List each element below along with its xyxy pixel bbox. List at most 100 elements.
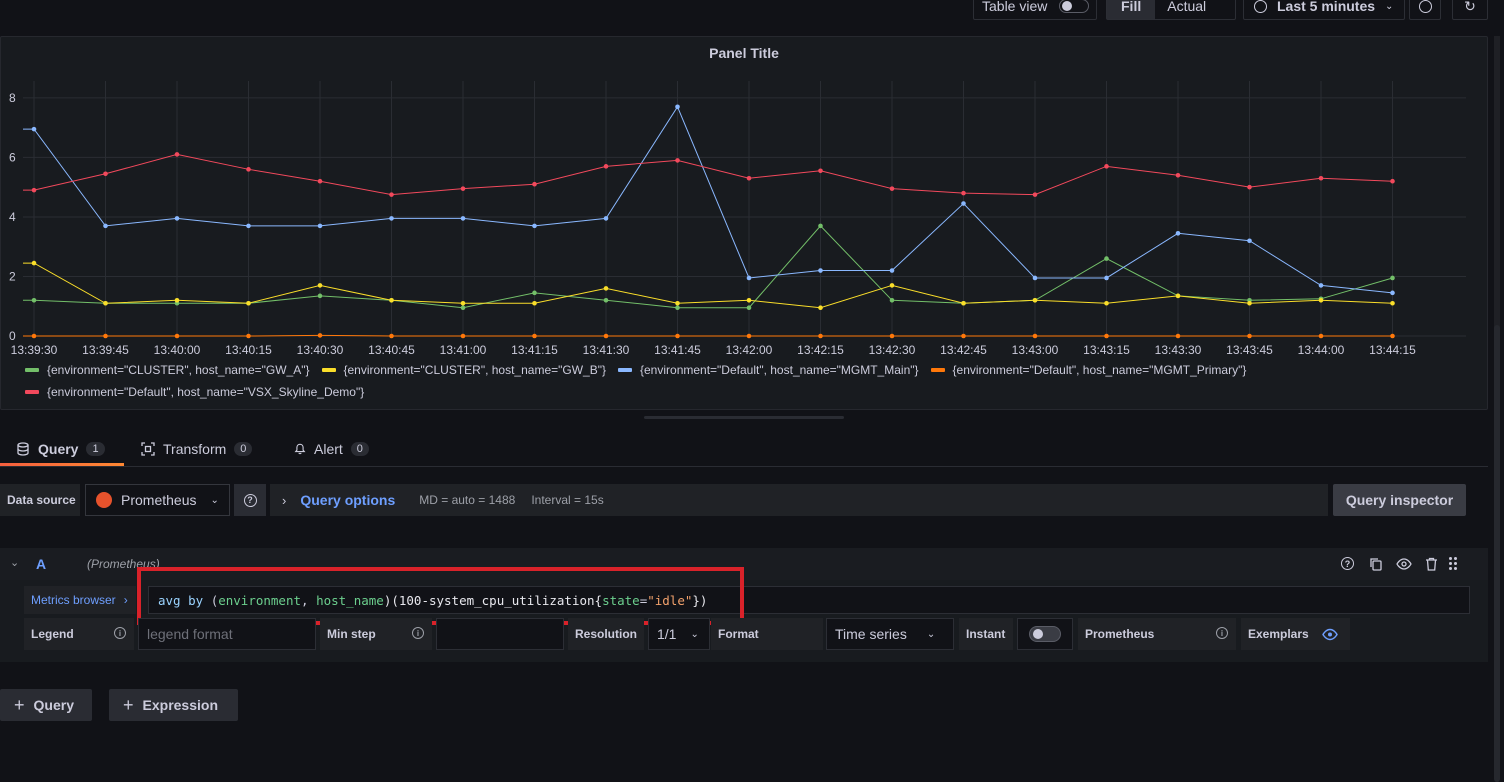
legend-swatch: [321, 368, 336, 372]
zoom-out-icon: [1418, 0, 1432, 13]
data-source-help-button[interactable]: ?: [234, 484, 266, 516]
y-tick-label: 0: [9, 329, 16, 343]
fill-button[interactable]: Fill: [1107, 0, 1156, 19]
x-tick-label: 13:42:30: [869, 343, 916, 357]
x-tick-label: 13:42:45: [940, 343, 987, 357]
legend-row: {environment="CLUSTER", host_name="GW_A"…: [25, 363, 1258, 377]
legend-item[interactable]: {environment="Default", host_name="VSX_S…: [25, 385, 364, 399]
data-point: [889, 268, 895, 273]
data-point: [389, 333, 394, 339]
x-tick-label: 13:41:15: [511, 343, 558, 357]
series-line: [23, 105, 1393, 294]
legend-swatch: [930, 368, 945, 372]
tab-divider: [0, 466, 1488, 467]
x-tick-label: 13:40:15: [225, 343, 272, 357]
collapse-chevron-icon[interactable]: ⌄: [10, 556, 19, 569]
table-view-toggle[interactable]: Table view: [973, 0, 1097, 20]
data-point: [31, 333, 37, 339]
data-point: [603, 333, 609, 339]
panel-resize-handle[interactable]: [644, 416, 844, 419]
chevron-down-icon: ⌄: [210, 494, 219, 506]
tab-transform[interactable]: Transform 0: [141, 432, 253, 466]
resolution-select[interactable]: 1/1 ⌄: [648, 618, 710, 650]
x-tick-label: 13:40:45: [368, 343, 415, 357]
data-point: [532, 181, 537, 187]
series-line: [23, 334, 1393, 337]
x-tick-label: 13:43:45: [1226, 343, 1273, 357]
prometheus-option-text: Prometheus: [1085, 627, 1155, 641]
x-tick-label: 13:41:00: [440, 343, 487, 357]
chevron-down-icon: ⌄: [1385, 0, 1394, 12]
legend-item[interactable]: {environment="CLUSTER", host_name="GW_B"…: [321, 363, 607, 377]
data-point: [103, 171, 108, 177]
instant-toggle[interactable]: [1017, 618, 1073, 650]
bell-icon: [294, 443, 306, 455]
copy-icon[interactable]: [1369, 557, 1383, 571]
x-tick-label: 13:40:00: [154, 343, 201, 357]
legend-format-input[interactable]: legend format: [138, 618, 316, 650]
format-select[interactable]: Time series ⌄: [826, 618, 954, 650]
data-point: [675, 333, 680, 339]
legend-item[interactable]: {environment="Default", host_name="MGMT_…: [618, 363, 919, 377]
data-point: [174, 333, 180, 339]
data-point: [317, 333, 323, 338]
info-icon: i: [412, 627, 424, 639]
data-point: [1390, 333, 1395, 339]
data-point: [675, 300, 680, 306]
legend-item[interactable]: {environment="Default", host_name="MGMT_…: [930, 363, 1246, 377]
data-point: [389, 216, 394, 221]
data-point: [1032, 333, 1038, 339]
time-range-picker[interactable]: Last 5 minutes ⌄: [1243, 0, 1405, 20]
data-point: [1247, 300, 1252, 306]
data-point: [174, 216, 180, 221]
data-point: [746, 305, 752, 311]
y-tick-label: 2: [9, 269, 16, 283]
help-icon[interactable]: ?: [1341, 557, 1354, 570]
data-point: [389, 297, 394, 303]
data-point: [1104, 333, 1109, 339]
data-point: [1104, 164, 1109, 169]
interval-info: Interval = 15s: [531, 493, 604, 507]
query-inspector-button[interactable]: Query inspector: [1333, 484, 1466, 516]
legend-option-text: Legend: [31, 627, 74, 641]
data-point: [1390, 300, 1395, 306]
legend-item[interactable]: {environment="CLUSTER", host_name="GW_A"…: [25, 363, 310, 377]
legend-swatch: [25, 390, 39, 394]
metrics-browser-button[interactable]: Metrics browser ›: [24, 586, 136, 614]
data-point: [961, 333, 966, 339]
legend-label: {environment="CLUSTER", host_name="GW_A"…: [47, 363, 310, 377]
query-ref-id[interactable]: A: [36, 556, 46, 572]
zoom-out-button[interactable]: [1409, 0, 1441, 20]
query-options-bar[interactable]: › Query options MD = auto = 1488 Interva…: [270, 484, 1328, 516]
drag-handle-icon[interactable]: [1448, 556, 1458, 571]
eye-icon[interactable]: [1322, 628, 1338, 641]
data-point: [961, 201, 966, 206]
min-step-input[interactable]: [436, 618, 564, 650]
graph-panel: Panel Title 0 2 4 6 8 13:39:30 13:39:45 13:40:0…: [0, 36, 1488, 410]
tab-alert[interactable]: Alert 0: [294, 432, 369, 466]
plus-icon: +: [123, 694, 134, 715]
tab-query[interactable]: Query 1: [16, 432, 105, 466]
actual-button[interactable]: Actual: [1155, 0, 1218, 14]
data-point: [961, 190, 966, 196]
add-query-button[interactable]: + Query: [0, 689, 92, 721]
add-expression-button[interactable]: + Expression: [109, 689, 238, 721]
prometheus-logo-icon: [96, 492, 112, 508]
data-point: [317, 293, 323, 299]
trash-icon[interactable]: [1425, 557, 1438, 571]
data-point: [889, 333, 895, 339]
data-point: [675, 158, 680, 163]
series-line: [23, 153, 1393, 196]
tab-transform-label: Transform: [163, 441, 227, 457]
legend-row: {environment="Default", host_name="VSX_S…: [25, 385, 376, 399]
x-tick-label: 13:39:45: [82, 343, 129, 357]
refresh-button[interactable]: ↻: [1452, 0, 1488, 20]
x-tick-label: 13:42:15: [797, 343, 844, 357]
legend-label: {environment="CLUSTER", host_name="GW_B"…: [343, 363, 607, 377]
data-point: [1318, 333, 1324, 339]
chevron-right-icon: ›: [123, 593, 128, 607]
data-source-select[interactable]: Prometheus ⌄: [85, 484, 230, 516]
data-point: [1175, 231, 1181, 236]
eye-icon[interactable]: [1396, 557, 1412, 571]
scrollbar-thumb[interactable]: [1494, 325, 1500, 782]
